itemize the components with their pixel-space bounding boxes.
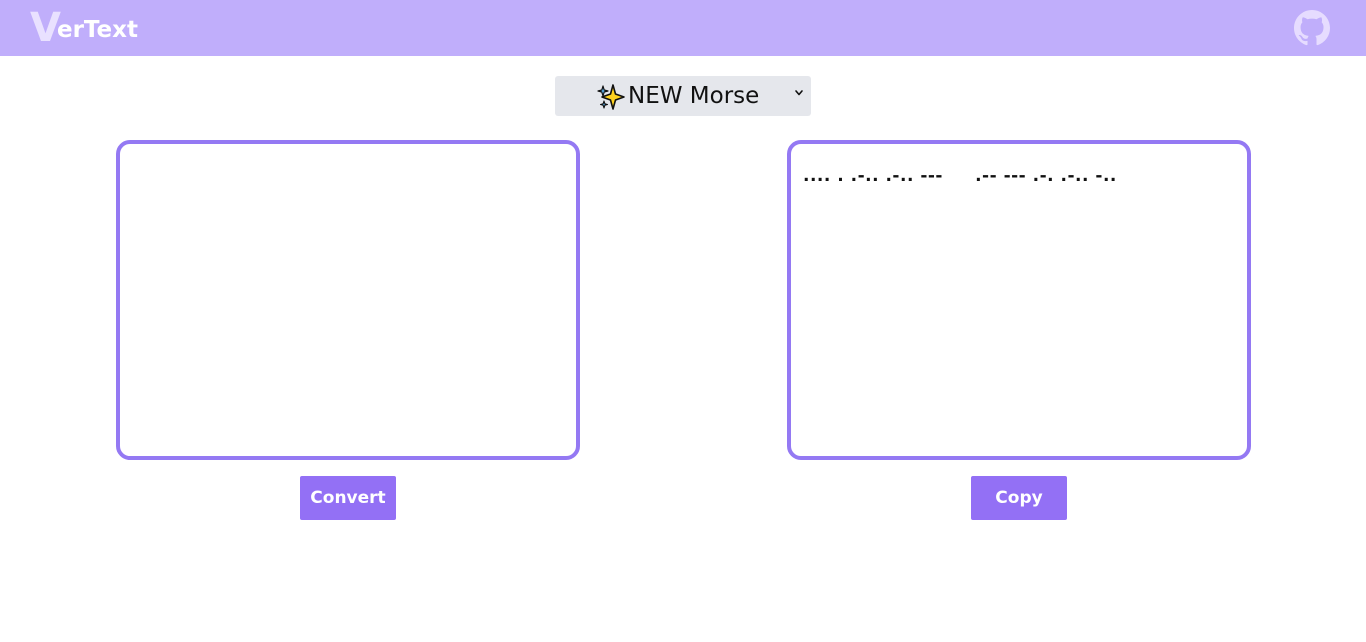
chevron-down-icon bbox=[795, 90, 803, 96]
github-icon[interactable] bbox=[1294, 10, 1330, 46]
output-textarea-box[interactable]: .... . .-.. .-.. --- .-- --- .-. .-.. -.… bbox=[787, 140, 1251, 460]
app-logo[interactable]: V erText bbox=[30, 8, 138, 48]
mode-select[interactable]: NEW Morse bbox=[555, 76, 811, 116]
output-text[interactable]: .... . .-.. .-.. --- .-- --- .-. .-.. -.… bbox=[803, 166, 1117, 186]
input-textarea-box bbox=[116, 140, 580, 460]
top-navbar: V erText bbox=[0, 0, 1366, 56]
sparkle-icon bbox=[597, 84, 625, 110]
convert-button[interactable]: Convert bbox=[300, 476, 396, 520]
logo-text: erText bbox=[56, 17, 138, 43]
input-textarea[interactable] bbox=[120, 144, 576, 456]
copy-button[interactable]: Copy bbox=[971, 476, 1067, 520]
mode-select-value: NEW Morse bbox=[628, 83, 760, 109]
